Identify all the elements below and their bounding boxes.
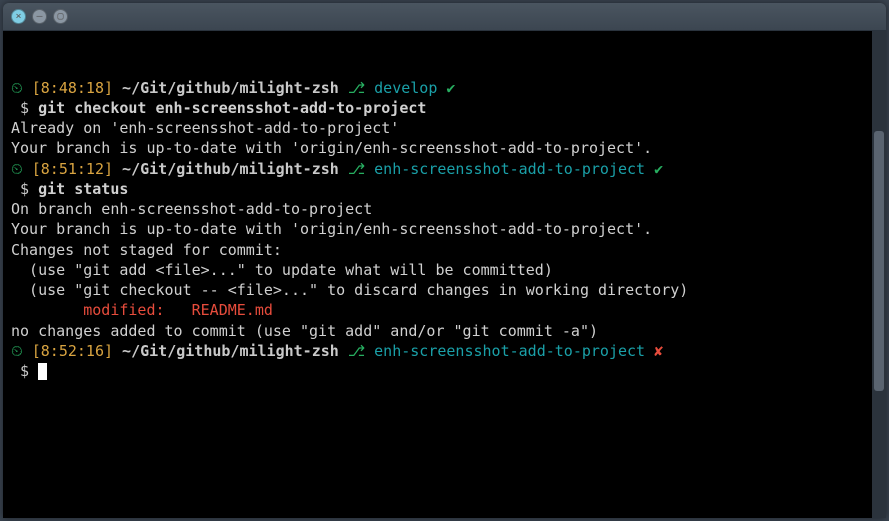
cursor bbox=[38, 363, 47, 380]
clock-icon: ⏲ bbox=[11, 342, 32, 360]
prompt-status-icon: ✔ bbox=[446, 79, 455, 97]
output-line: (use "git add <file>..." to update what … bbox=[11, 260, 878, 280]
prompt-dollar: $ bbox=[11, 99, 38, 117]
command-line[interactable]: $ git checkout enh-screensshot-add-to-pr… bbox=[11, 98, 878, 118]
output-line: (use "git checkout -- <file>..." to disc… bbox=[11, 280, 878, 300]
prompt-status-icon: ✘ bbox=[654, 342, 663, 360]
output-line: Changes not staged for commit: bbox=[11, 240, 878, 260]
scrollbar-thumb[interactable] bbox=[874, 131, 884, 391]
clock-icon: ⏲ bbox=[11, 160, 32, 178]
output-line: Your branch is up-to-date with 'origin/e… bbox=[11, 138, 878, 158]
branch-icon: ⎇ bbox=[348, 79, 374, 97]
prompt-dollar: $ bbox=[11, 180, 38, 198]
prompt-line: ⏲ [8:52:16] ~/Git/github/milight-zsh ⎇ e… bbox=[11, 341, 878, 361]
close-icon[interactable]: × bbox=[11, 9, 26, 24]
prompt-path: ~/Git/github/milight-zsh bbox=[122, 160, 339, 178]
titlebar[interactable]: × – ▢ bbox=[3, 3, 886, 31]
minimize-icon[interactable]: – bbox=[32, 9, 47, 24]
terminal-body[interactable]: ⏲ [8:48:18] ~/Git/github/milight-zsh ⎇ d… bbox=[3, 31, 886, 518]
command-line[interactable]: $ bbox=[11, 361, 878, 381]
prompt-line: ⏲ [8:51:12] ~/Git/github/milight-zsh ⎇ e… bbox=[11, 159, 878, 179]
prompt-time: [8:48:18] bbox=[32, 79, 113, 97]
prompt-dollar: $ bbox=[11, 362, 38, 380]
prompt-time: [8:52:16] bbox=[32, 342, 113, 360]
terminal-window: × – ▢ ⏲ [8:48:18] ~/Git/github/milight-z… bbox=[3, 3, 886, 518]
output-line: modified: README.md bbox=[11, 300, 878, 320]
prompt-time: [8:51:12] bbox=[32, 160, 113, 178]
branch-icon: ⎇ bbox=[348, 342, 374, 360]
command-line[interactable]: $ git status bbox=[11, 179, 878, 199]
output-line: On branch enh-screensshot-add-to-project bbox=[11, 199, 878, 219]
branch-icon: ⎇ bbox=[348, 160, 374, 178]
output-line: Already on 'enh-screensshot-add-to-proje… bbox=[11, 118, 878, 138]
command-text: git status bbox=[38, 180, 128, 198]
prompt-status-icon: ✔ bbox=[654, 160, 663, 178]
prompt-path: ~/Git/github/milight-zsh bbox=[122, 342, 339, 360]
command-text: git checkout enh-screensshot-add-to-proj… bbox=[38, 99, 426, 117]
prompt-branch: enh-screensshot-add-to-project bbox=[374, 160, 645, 178]
clock-icon: ⏲ bbox=[11, 79, 32, 97]
prompt-branch: develop bbox=[374, 79, 437, 97]
scrollbar[interactable] bbox=[872, 31, 886, 518]
maximize-icon[interactable]: ▢ bbox=[53, 9, 68, 24]
output-line: Your branch is up-to-date with 'origin/e… bbox=[11, 219, 878, 239]
terminal-content: ⏲ [8:48:18] ~/Git/github/milight-zsh ⎇ d… bbox=[11, 78, 878, 382]
output-line: no changes added to commit (use "git add… bbox=[11, 321, 878, 341]
prompt-line: ⏲ [8:48:18] ~/Git/github/milight-zsh ⎇ d… bbox=[11, 78, 878, 98]
prompt-branch: enh-screensshot-add-to-project bbox=[374, 342, 645, 360]
prompt-path: ~/Git/github/milight-zsh bbox=[122, 79, 339, 97]
